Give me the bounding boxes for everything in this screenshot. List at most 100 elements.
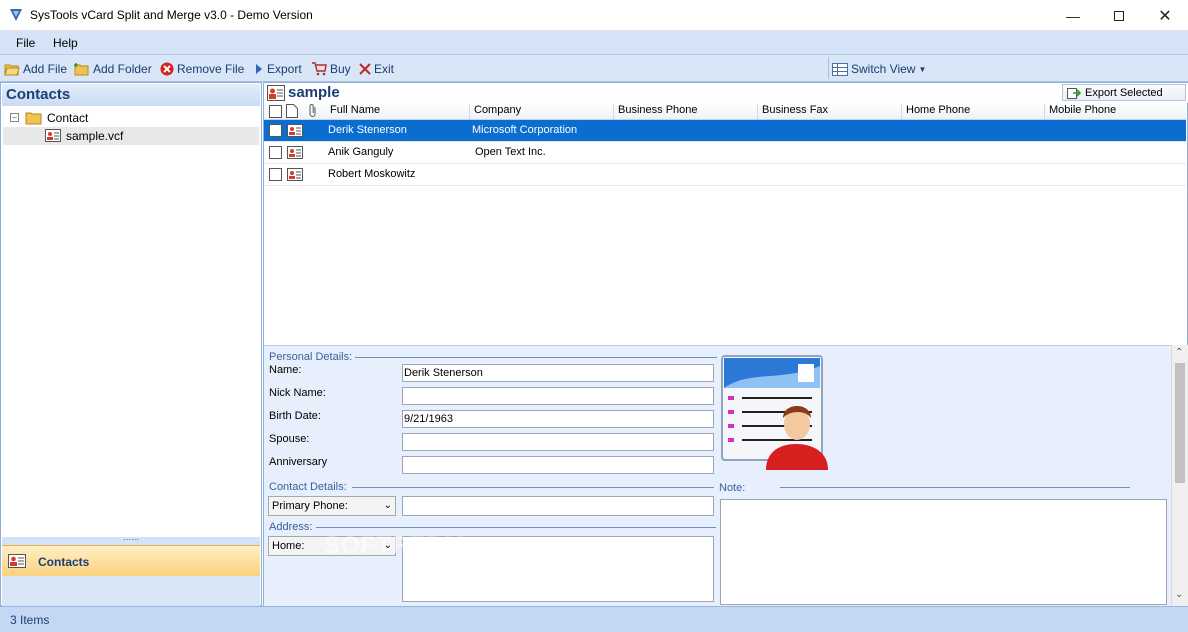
add-folder-button[interactable]: Add Folder: [74, 60, 152, 78]
menu-file[interactable]: File: [16, 36, 35, 50]
column-full-name[interactable]: Full Name: [326, 104, 470, 119]
vcard-icon: [287, 124, 303, 137]
folder-header: sample: [264, 83, 1188, 103]
personal-details-heading: Personal Details:: [269, 351, 353, 363]
softpedia-watermark: SOFTPEDIA: [324, 532, 471, 559]
details-scrollbar[interactable]: ⌃ ⌄: [1171, 345, 1188, 606]
toolbar: Add File Add Folder Remove File Export B…: [0, 55, 1188, 82]
scroll-up-icon[interactable]: ⌃: [1175, 347, 1183, 358]
column-business-fax[interactable]: Business Fax: [758, 104, 902, 119]
app-logo-icon: [10, 9, 22, 21]
left-pane-header: Contacts: [2, 84, 260, 106]
column-business-phone[interactable]: Business Phone: [614, 104, 758, 119]
menu-bar: File Help: [0, 31, 1188, 55]
section-divider: [352, 487, 714, 488]
spouse-field[interactable]: [402, 433, 714, 451]
tree-node-label: Contact: [47, 111, 89, 125]
section-divider: [355, 357, 717, 358]
contacts-tab-label: Contacts: [38, 555, 90, 569]
status-bar: 3 Items: [0, 606, 1188, 632]
export-selected-button[interactable]: Export Selected: [1062, 84, 1186, 101]
export-label: Export: [267, 62, 302, 76]
title-bar: SysTools vCard Split and Merge v3.0 - De…: [0, 0, 1188, 31]
name-label: Name:: [269, 364, 302, 376]
collapse-toggle-icon[interactable]: –: [10, 113, 19, 122]
add-folder-icon: [74, 63, 89, 76]
column-company[interactable]: Company: [470, 104, 614, 119]
add-file-label: Add File: [23, 62, 68, 76]
switch-view-button[interactable]: Switch View ▼: [832, 60, 926, 78]
column-home-phone[interactable]: Home Phone: [902, 104, 1045, 119]
navigation-pane-footer: [2, 576, 260, 606]
name-field[interactable]: Derik Stenerson: [402, 364, 714, 382]
vcard-icon: [287, 146, 303, 159]
exit-label: Exit: [374, 62, 395, 76]
table-row[interactable]: Robert Moskowitz: [264, 164, 1186, 186]
birthdate-field[interactable]: 9/21/1963: [402, 410, 714, 428]
contacts-card-icon: [8, 554, 26, 568]
note-textarea[interactable]: [720, 499, 1167, 605]
maximize-button[interactable]: [1096, 0, 1142, 31]
export-selected-icon: [1067, 87, 1081, 99]
buy-button[interactable]: Buy: [311, 60, 351, 78]
remove-file-button[interactable]: Remove File: [160, 60, 244, 78]
nickname-label: Nick Name:: [269, 387, 326, 399]
contact-card-illustration: [721, 355, 828, 470]
folder-icon: [25, 112, 42, 125]
exit-button[interactable]: Exit: [359, 60, 394, 78]
phone-field[interactable]: [402, 496, 714, 516]
scrollbar-thumb[interactable]: [1175, 363, 1185, 483]
select-all-checkbox[interactable]: [269, 105, 282, 118]
left-pane: [0, 82, 262, 606]
chevron-down-icon: ⌄: [383, 500, 392, 511]
birthdate-label: Birth Date:: [269, 410, 321, 422]
phone-type-value: Primary Phone:: [272, 500, 348, 512]
minimize-icon: —: [1066, 7, 1080, 24]
row-checkbox[interactable]: [269, 168, 282, 181]
vcard-icon: [45, 129, 61, 142]
row-checkbox[interactable]: [269, 124, 282, 137]
add-file-button[interactable]: Add File: [4, 60, 67, 78]
address-heading: Address:: [269, 521, 313, 533]
close-icon: ✕: [1158, 7, 1172, 25]
tree-node-sample-vcf[interactable]: sample.vcf: [3, 127, 259, 145]
menu-help[interactable]: Help: [53, 36, 78, 50]
item-count: 3 Items: [10, 613, 50, 627]
minimize-button[interactable]: —: [1050, 0, 1096, 31]
toolbar-divider: [828, 57, 829, 79]
row-checkbox[interactable]: [269, 146, 282, 159]
add-folder-label: Add Folder: [93, 62, 152, 76]
anniversary-label: Anniversary: [269, 456, 328, 468]
folder-open-icon: [4, 64, 20, 76]
table-row[interactable]: Derik Stenerson Microsoft Corporation: [264, 120, 1186, 142]
folder-title: sample: [288, 84, 340, 101]
contacts-folder-icon: [267, 85, 285, 101]
anniversary-field[interactable]: [402, 456, 714, 474]
nickname-field[interactable]: [402, 387, 714, 405]
export-button[interactable]: Export: [254, 60, 302, 78]
tree-node-label: sample.vcf: [66, 129, 124, 143]
pane-splitter[interactable]: ⋯⋯: [2, 536, 260, 545]
column-header-row: Full Name Company Business Phone Busines…: [264, 103, 1186, 120]
document-icon: [286, 104, 298, 118]
contacts-tab[interactable]: Contacts: [2, 545, 260, 576]
close-button[interactable]: ✕: [1142, 0, 1188, 31]
phone-type-select[interactable]: Primary Phone: ⌄: [268, 496, 396, 516]
column-mobile-phone[interactable]: Mobile Phone: [1045, 104, 1186, 119]
address-type-value: Home:: [272, 540, 305, 552]
section-divider: [780, 487, 1130, 488]
export-arrow-icon: [256, 64, 262, 74]
window-title: SysTools vCard Split and Merge v3.0 - De…: [30, 8, 313, 22]
exit-x-icon: [359, 63, 371, 75]
spouse-label: Spouse:: [269, 433, 310, 445]
scroll-down-icon[interactable]: ⌄: [1175, 589, 1183, 600]
remove-icon: [160, 62, 174, 76]
switch-view-label: Switch View: [851, 62, 916, 76]
buy-label: Buy: [330, 62, 351, 76]
grid-view-icon: [832, 62, 848, 76]
contact-details-pane: Personal Details: Name: Derik Stenerson …: [264, 345, 1171, 606]
cell-full-name: Anik Ganguly: [328, 146, 394, 158]
export-selected-label: Export Selected: [1085, 86, 1163, 99]
table-row[interactable]: Anik Ganguly Open Text Inc.: [264, 142, 1186, 164]
cell-full-name: Robert Moskowitz: [328, 168, 416, 180]
